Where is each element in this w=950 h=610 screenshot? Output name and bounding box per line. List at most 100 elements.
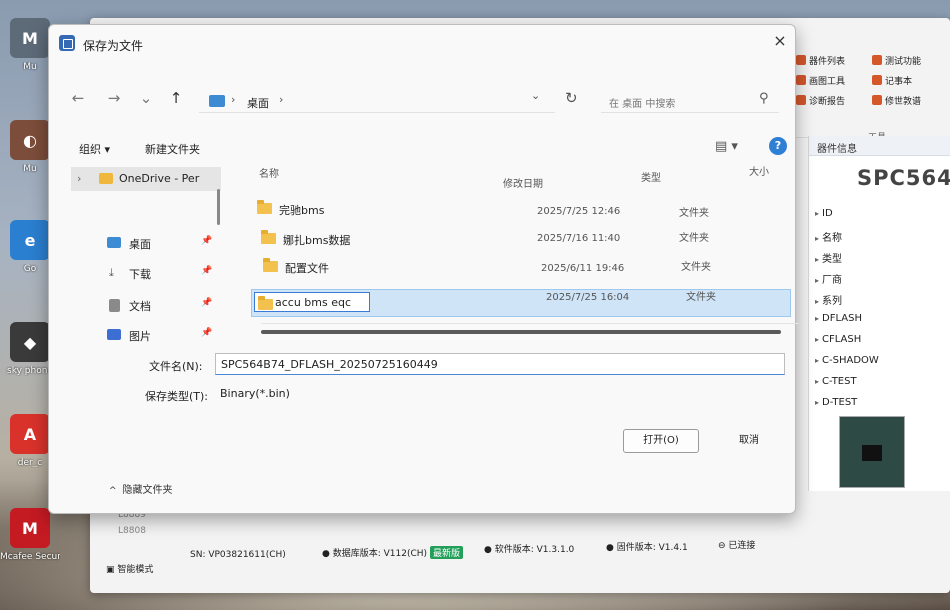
info-item-label: C-SHADOW (822, 355, 879, 366)
file-type: 文件夹 (681, 262, 711, 273)
new-folder-button[interactable]: 新建文件夹 (145, 141, 200, 157)
app-status-bar: L8889 L8808 ▣ 智能模式 SN: VP03821611(CH) ● … (90, 510, 950, 582)
sidebar-item-onedrive[interactable]: › OneDrive - Per (71, 167, 221, 191)
sidebar-item-documents[interactable]: 文档 📌 (71, 293, 221, 317)
info-item-name[interactable]: ▸ 名称 (815, 229, 842, 244)
info-item-label: D-TEST (822, 397, 858, 408)
refresh-button[interactable]: ↻ (565, 89, 578, 107)
view-options-button[interactable]: ▤ ▾ (715, 139, 738, 154)
file-modified-date: 2025/7/25 16:04 (546, 292, 630, 303)
search-input[interactable]: 在 桌面 中搜索 ⚲ (601, 85, 779, 113)
list-item[interactable]: 配置文件 2025/6/11 19:46 文件夹 (251, 255, 791, 279)
address-dropdown-button[interactable]: ⌄ (531, 89, 540, 102)
tool-device-list-button[interactable]: 器件列表 (796, 54, 845, 70)
info-item-d-test[interactable]: ▸ D-TEST (815, 397, 857, 408)
file-type: 文件夹 (679, 208, 709, 219)
info-item-type[interactable]: ▸ 类型 (815, 250, 842, 265)
tool-test-button[interactable]: 测试功能 (872, 54, 921, 70)
info-item-cflash[interactable]: ▸ CFLASH (815, 334, 861, 345)
picture-icon (107, 329, 121, 340)
dialog-title-bar[interactable]: 保存为文件 × (49, 25, 797, 57)
tool-notepad-button[interactable]: 记事本 (872, 74, 912, 90)
column-header-name[interactable]: 名称 (259, 165, 279, 180)
info-item-dflash[interactable]: ▸ DFLASH (815, 313, 862, 324)
breadcrumb-desktop[interactable]: 桌面 (247, 95, 269, 111)
forward-button[interactable]: → (103, 87, 125, 109)
save-file-dialog: 保存为文件 × ← → ⌄ ↑ › 桌面 › ⌄ ↻ 在 桌面 中搜索 ⚲ 组织… (48, 24, 799, 514)
organize-button[interactable]: 组织 ▾ (79, 141, 110, 157)
filename-input[interactable] (215, 353, 785, 375)
tool-label: 修世敦谱 (885, 97, 922, 107)
info-item-series[interactable]: ▸ 系列 (815, 292, 842, 307)
breadcrumb-separator[interactable]: › (279, 93, 283, 106)
pin-icon[interactable]: 📌 (201, 266, 212, 276)
tool-label: 画图工具 (809, 77, 846, 87)
file-modified-date: 2025/7/25 12:46 (537, 206, 621, 217)
desktop-icon-mcafee[interactable]: M Mcafee Securi (0, 508, 60, 570)
info-item-label: 厂商 (822, 275, 843, 286)
status-connection: ⊖ 已连接 (718, 538, 755, 551)
tool-report-button[interactable]: 诊断报告 (796, 94, 845, 110)
sidebar-item-downloads[interactable]: ⤓ 下载 📌 (71, 261, 221, 285)
expand-icon: ▸ (815, 398, 820, 407)
column-header-type[interactable]: 类型 (641, 169, 661, 184)
status-db-version: ● 数据库版本: V112(CH) 最新版 (322, 546, 463, 559)
db-version-label: 数据库版本: (332, 549, 381, 559)
chip-package-image (839, 416, 905, 488)
chevron-right-icon[interactable]: › (77, 172, 81, 185)
db-latest-badge: 最新版 (429, 546, 463, 559)
info-item-label: CFLASH (822, 334, 862, 345)
column-header-modified[interactable]: 修改日期 (503, 175, 543, 190)
tool-repair-button[interactable]: 修世敦谱 (872, 94, 921, 110)
sidebar-item-pictures[interactable]: 图片 📌 (71, 323, 221, 347)
filename-row: 文件名(N): (49, 353, 797, 377)
scrollbar-thumb[interactable] (261, 330, 781, 334)
status-mode-label: 智能模式 (117, 565, 154, 575)
navigation-scrollbar[interactable] (217, 189, 220, 225)
back-button[interactable]: ← (67, 87, 89, 109)
info-item-label: 类型 (822, 254, 843, 265)
file-name: 配置文件 (285, 262, 329, 275)
close-button[interactable]: × (767, 29, 793, 53)
expand-icon: ▸ (815, 356, 820, 365)
up-button[interactable]: ↑ (165, 87, 187, 109)
phone-app-icon: ◆ (10, 322, 50, 362)
list-item-selected[interactable]: accu bms eqc 2025/7/25 16:04 文件夹 (251, 289, 791, 317)
list-item[interactable]: 完驰bms 2025/7/25 12:46 文件夹 (251, 197, 791, 221)
info-item-vendor[interactable]: ▸ 厂商 (815, 271, 842, 286)
pin-icon[interactable]: 📌 (201, 236, 212, 246)
pin-icon[interactable]: 📌 (201, 328, 212, 338)
cancel-button[interactable]: 取消 (711, 429, 787, 453)
folder-icon (258, 296, 273, 310)
help-button[interactable]: ? (769, 137, 787, 155)
info-item-c-test[interactable]: ▸ C-TEST (815, 376, 857, 387)
file-name: accu bms eqc (275, 296, 352, 309)
sidebar-item-label: 下载 (129, 268, 151, 281)
search-icon: ⚲ (759, 91, 769, 106)
recent-locations-button[interactable]: ⌄ (135, 87, 157, 109)
breadcrumb-separator[interactable]: › (231, 93, 235, 106)
desktop-icon-label: Mcafee Securi (0, 552, 60, 562)
tool-label: 记事本 (885, 77, 913, 87)
help-icon: ? (774, 139, 782, 152)
tool-draw-button[interactable]: 画图工具 (796, 74, 845, 90)
info-item-c-shadow[interactable]: ▸ C-SHADOW (815, 355, 879, 366)
db-version-value: V112(CH) (383, 549, 428, 559)
pin-icon[interactable]: 📌 (201, 298, 212, 308)
list-item[interactable]: 娜扎bms数据 2025/7/16 11:40 文件夹 (251, 227, 791, 251)
column-header-size[interactable]: 大小 (749, 163, 769, 178)
tool-label: 测试功能 (885, 57, 922, 67)
rename-input[interactable]: accu bms eqc (254, 292, 370, 312)
address-bar[interactable]: › 桌面 › (199, 85, 555, 113)
hide-folders-toggle[interactable]: ^ 隐藏文件夹 (109, 481, 173, 496)
filetype-select[interactable]: Binary(*.bin) (215, 383, 785, 405)
list-view-icon: ▤ ▾ (715, 139, 738, 154)
onedrive-folder-icon (99, 173, 113, 184)
horizontal-scrollbar[interactable] (261, 323, 799, 335)
dialog-title: 保存为文件 (83, 39, 144, 53)
info-item-id[interactable]: ▸ ID (815, 208, 833, 219)
document-icon (109, 299, 120, 312)
open-button[interactable]: 打开(O) (623, 429, 699, 453)
folder-icon (257, 200, 272, 214)
sidebar-item-desktop[interactable]: 桌面 📌 (71, 231, 221, 255)
